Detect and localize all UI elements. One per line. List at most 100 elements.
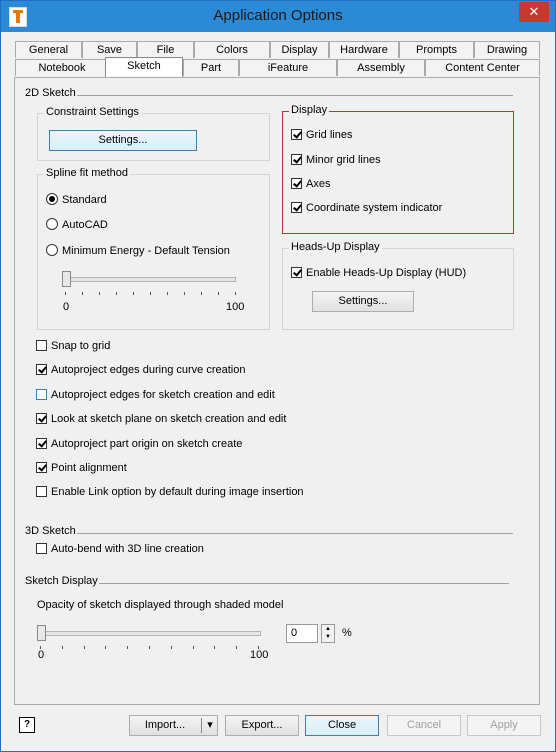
tab-drawing[interactable]: Drawing [474, 41, 540, 58]
radio-autocad-indicator[interactable] [46, 218, 58, 231]
enable-hud-label: Enable Heads-Up Display (HUD) [306, 267, 467, 279]
slider-tick [192, 646, 194, 649]
apply-button[interactable]: Apply [467, 715, 541, 736]
snap-to-grid-checkbox[interactable]: Snap to grid [36, 339, 110, 355]
slider-tick [133, 292, 134, 295]
opacity-label: Opacity of sketch displayed through shad… [37, 599, 284, 611]
tab-hardware[interactable]: Hardware [329, 41, 399, 58]
grid-lines-box[interactable] [291, 128, 302, 140]
opacity-unit: % [342, 627, 352, 639]
title-bar: Application Options ✕ [1, 1, 555, 32]
grid-lines-checkbox[interactable]: Grid lines [291, 128, 352, 144]
help-icon[interactable]: ? [19, 717, 35, 733]
hud-group: Heads-Up Display Enable Heads-Up Display… [282, 241, 514, 330]
autoproject-sketch-edit-checkbox[interactable]: Autoproject edges for sketch creation an… [36, 388, 275, 404]
tab-part[interactable]: Part [183, 59, 239, 76]
point-alignment-label: Point alignment [51, 462, 127, 474]
tension-slider-ticks [65, 292, 236, 296]
slider-tick [170, 646, 172, 649]
radio-autocad[interactable]: AutoCAD [46, 218, 108, 234]
autoproject-origin-box[interactable] [36, 437, 47, 449]
radio-minimum-energy[interactable]: Minimum Energy - Default Tension [46, 244, 230, 260]
slider-tick [184, 292, 185, 295]
enable-hud-box[interactable] [291, 266, 302, 278]
opacity-slider-min: 0 [38, 649, 45, 661]
point-alignment-box[interactable] [36, 461, 47, 473]
auto-bend-checkbox[interactable]: Auto-bend with 3D line creation [36, 542, 204, 558]
slider-tick [65, 292, 66, 295]
constraint-settings-title: Constraint Settings [44, 106, 141, 118]
tab-ifeature[interactable]: iFeature [239, 59, 337, 76]
close-window-button[interactable]: ✕ [519, 2, 549, 22]
constraint-settings-button[interactable]: Settings... [49, 130, 197, 151]
import-button[interactable]: Import... ▾ [129, 715, 218, 736]
opacity-slider[interactable] [37, 625, 265, 655]
look-at-sketch-plane-box[interactable] [36, 412, 47, 424]
minor-grid-lines-box[interactable] [291, 153, 302, 165]
cancel-button[interactable]: Cancel [387, 715, 461, 736]
slider-tick [235, 292, 236, 295]
spline-fit-group: Spline fit method Standard AutoCAD Minim… [37, 167, 270, 330]
spin-up-icon[interactable]: ▲ [322, 625, 334, 633]
display-group: Display Grid lines Minor grid lines Axes… [282, 104, 514, 234]
chevron-down-icon[interactable]: ▾ [203, 716, 217, 735]
opacity-slider-track [37, 631, 261, 636]
tab-notebook[interactable]: Notebook [15, 59, 109, 76]
slider-tick [82, 292, 83, 295]
snap-to-grid-box[interactable] [36, 339, 47, 351]
tab-sketch[interactable]: Sketch [105, 57, 183, 77]
tension-slider[interactable] [62, 271, 238, 301]
window-title: Application Options [213, 7, 343, 24]
minor-grid-lines-label: Minor grid lines [306, 154, 381, 166]
enable-link-option-checkbox[interactable]: Enable Link option by default during ima… [36, 485, 304, 501]
autoproject-curve-label: Autoproject edges during curve creation [51, 364, 246, 376]
tab-general[interactable]: General [15, 41, 82, 58]
radio-standard-label: Standard [62, 194, 107, 206]
opacity-spin-input[interactable]: 0 [286, 624, 318, 643]
axes-box[interactable] [291, 177, 302, 189]
enable-link-option-box[interactable] [36, 485, 47, 497]
coordinate-indicator-checkbox[interactable]: Coordinate system indicator [291, 201, 442, 217]
snap-to-grid-label: Snap to grid [51, 340, 111, 352]
hud-settings-button[interactable]: Settings... [312, 291, 414, 312]
opacity-spinner[interactable]: ▲ ▼ [321, 624, 335, 643]
radio-standard[interactable]: Standard [46, 193, 107, 209]
section-rule [77, 533, 513, 534]
tab-assembly[interactable]: Assembly [337, 59, 425, 76]
tension-slider-thumb[interactable] [62, 271, 71, 287]
radio-minimum-energy-indicator[interactable] [46, 244, 58, 257]
minor-grid-lines-checkbox[interactable]: Minor grid lines [291, 153, 381, 169]
section-2d-sketch: 2D Sketch [25, 87, 76, 99]
coordinate-indicator-label: Coordinate system indicator [306, 202, 443, 214]
look-at-sketch-plane-checkbox[interactable]: Look at sketch plane on sketch creation … [36, 412, 286, 428]
autoproject-origin-checkbox[interactable]: Autoproject part origin on sketch create [36, 437, 242, 453]
tab-content-center[interactable]: Content Center [425, 59, 540, 76]
tab-prompts[interactable]: Prompts [399, 41, 474, 58]
tab-file[interactable]: File [137, 41, 194, 58]
import-split-divider [201, 718, 202, 733]
spin-down-icon[interactable]: ▼ [322, 633, 334, 641]
autoproject-curve-box[interactable] [36, 363, 47, 375]
autoproject-origin-label: Autoproject part origin on sketch create [51, 438, 243, 450]
point-alignment-checkbox[interactable]: Point alignment [36, 461, 127, 477]
slider-tick [214, 646, 216, 649]
auto-bend-box[interactable] [36, 542, 47, 554]
opacity-slider-thumb[interactable] [37, 625, 46, 641]
tab-save[interactable]: Save [82, 41, 137, 58]
tab-display[interactable]: Display [270, 41, 329, 58]
slider-tick [150, 292, 151, 295]
axes-checkbox[interactable]: Axes [291, 177, 330, 193]
radio-standard-indicator[interactable] [46, 193, 58, 206]
coordinate-indicator-box[interactable] [291, 201, 302, 213]
hud-group-title: Heads-Up Display [289, 241, 382, 253]
sketch-tab-panel: 2D Sketch Constraint Settings Settings..… [14, 77, 540, 705]
autoproject-sketch-edit-box[interactable] [36, 388, 47, 400]
grid-lines-label: Grid lines [306, 129, 353, 141]
autoproject-curve-checkbox[interactable]: Autoproject edges during curve creation [36, 363, 245, 379]
import-button-label: Import... [144, 719, 186, 731]
enable-hud-checkbox[interactable]: Enable Heads-Up Display (HUD) [291, 266, 466, 282]
export-button[interactable]: Export... [225, 715, 299, 736]
close-button[interactable]: Close [305, 715, 379, 736]
section-rule [99, 583, 509, 584]
tab-colors[interactable]: Colors [194, 41, 270, 58]
